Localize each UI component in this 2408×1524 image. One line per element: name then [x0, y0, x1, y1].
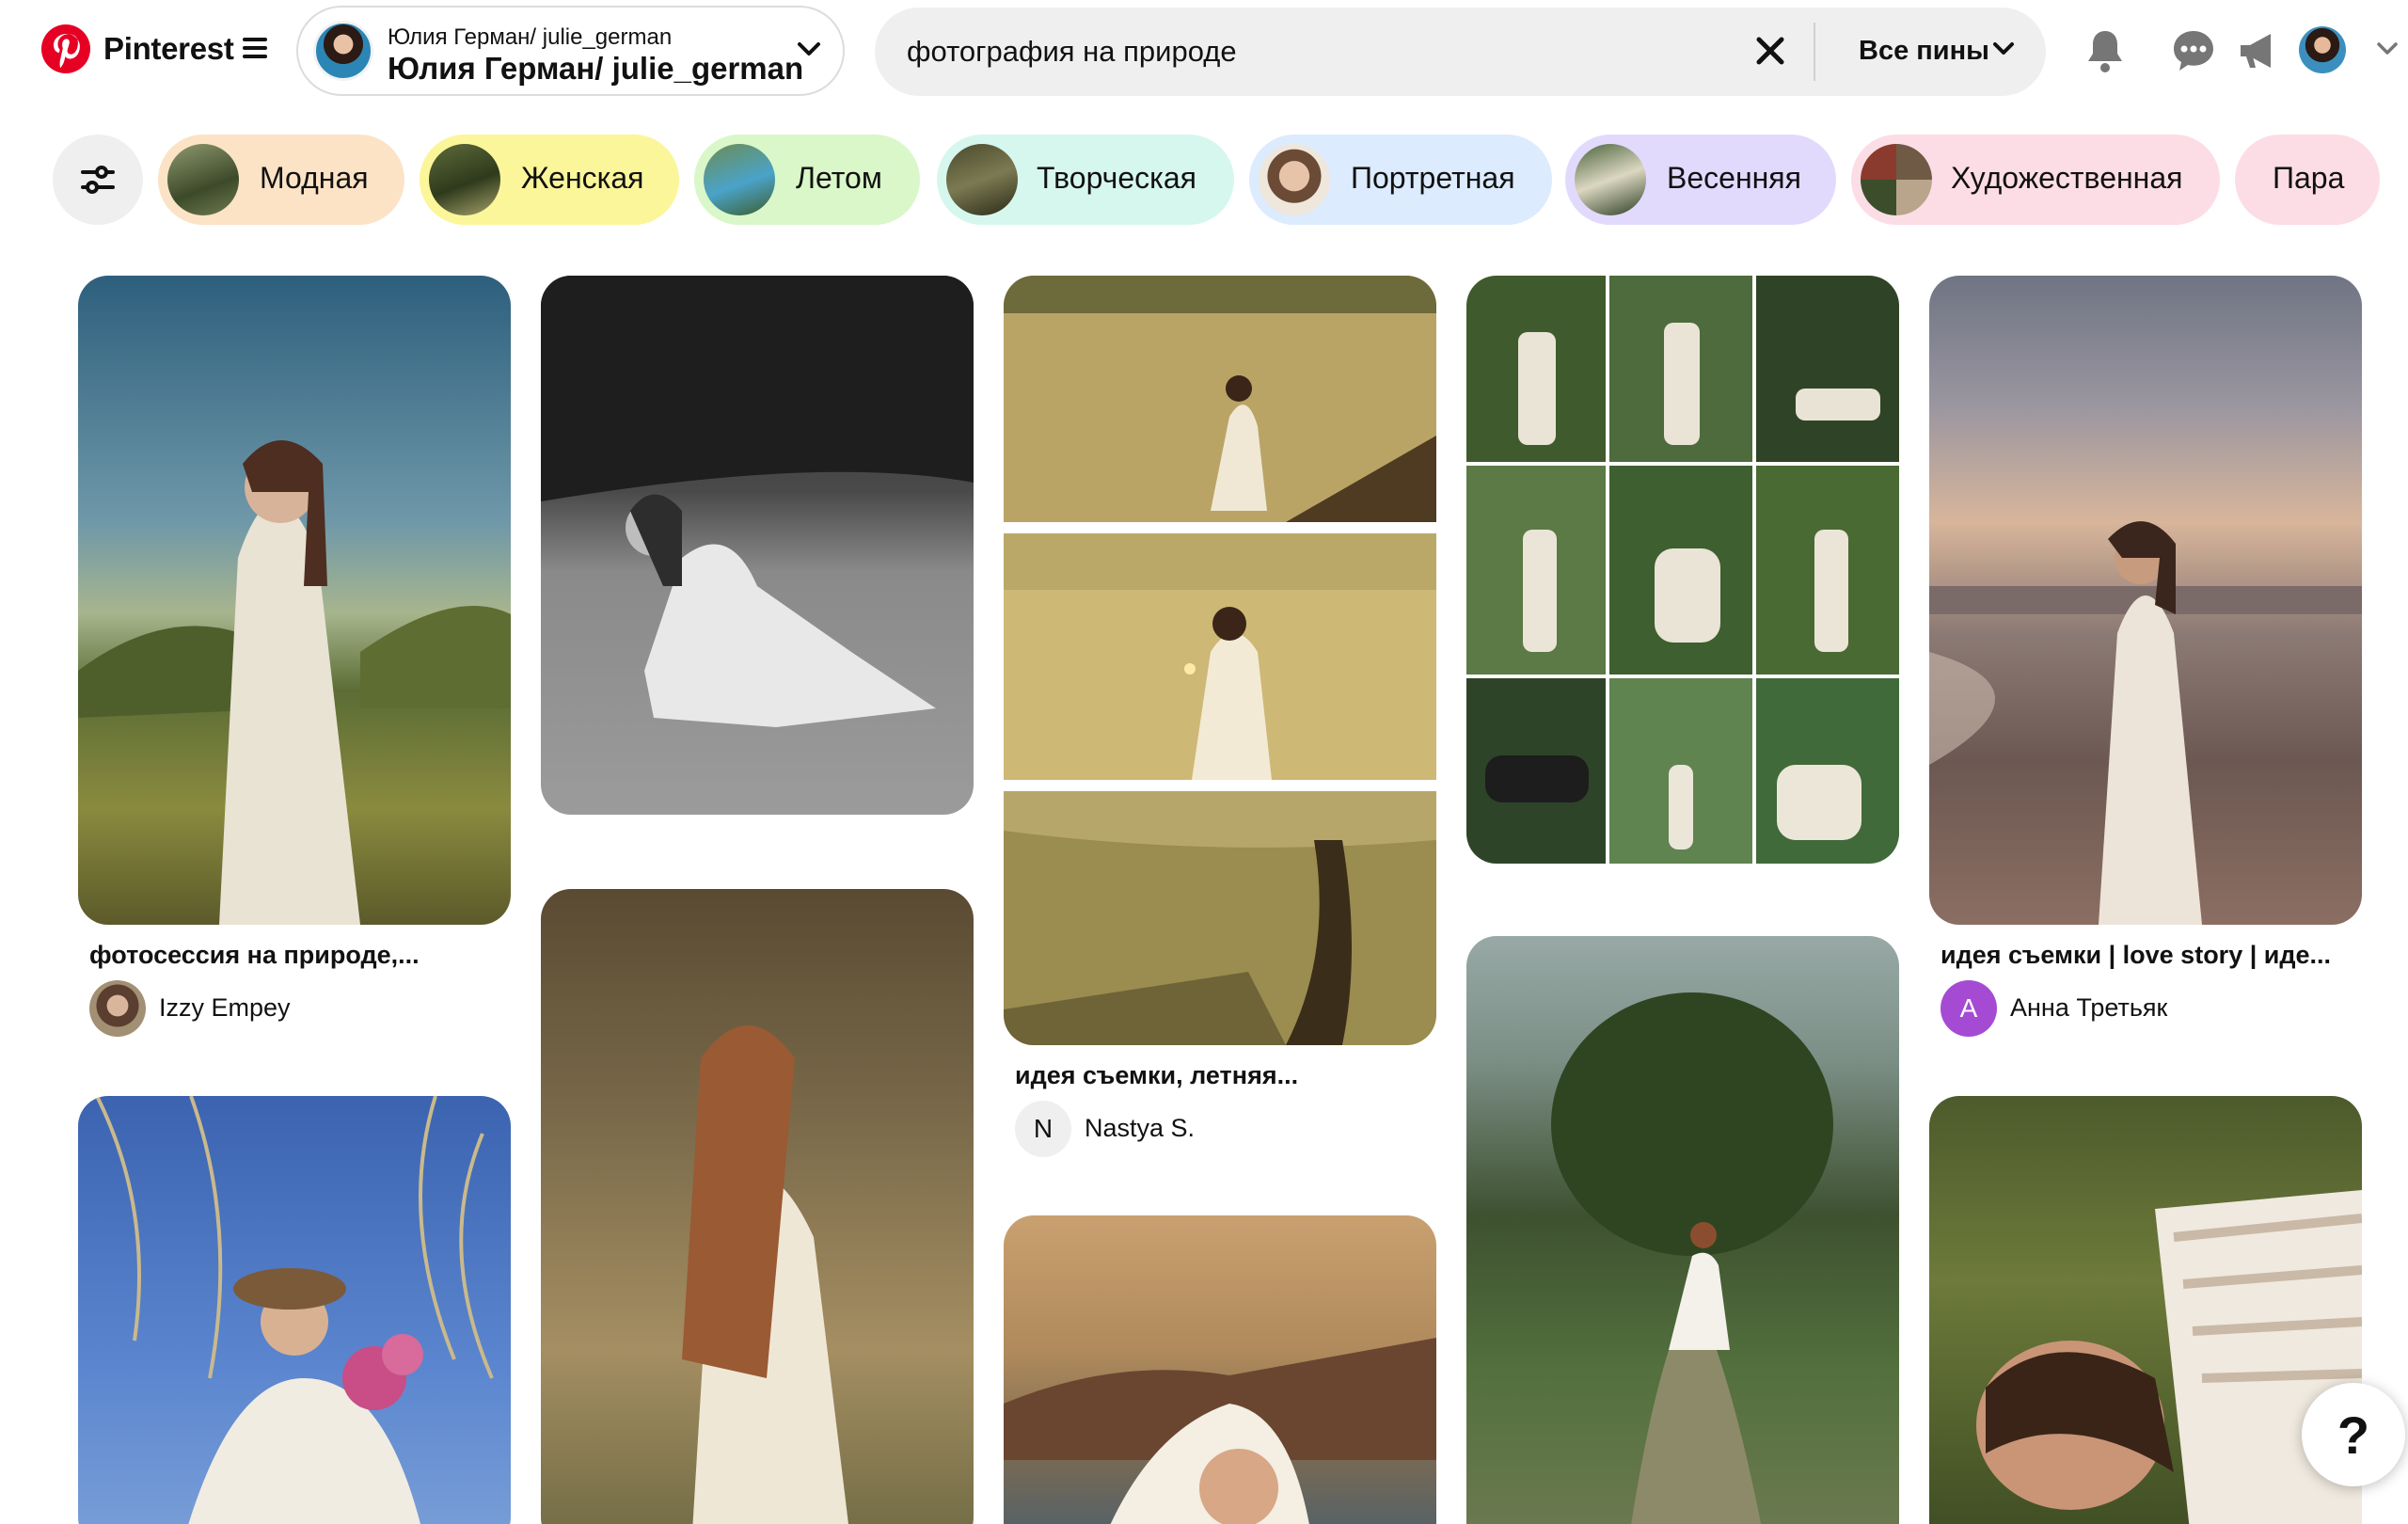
search-divider	[1814, 23, 1815, 81]
chat-icon[interactable]	[2171, 28, 2216, 73]
pin-image[interactable]	[1466, 276, 1899, 864]
pin-photo	[682, 1025, 848, 1524]
chip-label: Модная	[260, 161, 369, 195]
chevron-down-icon	[798, 42, 820, 56]
chip-thumbnail	[429, 144, 500, 215]
chip-zhenskaya[interactable]: Женская	[420, 135, 679, 225]
chip-label: Художественная	[1951, 161, 2183, 195]
author-avatar: N	[1015, 1101, 1071, 1157]
pin-title[interactable]: фотосессия на природе,...	[89, 941, 420, 970]
chip-thumbnail	[946, 144, 1018, 215]
chip-label: Весенняя	[1667, 161, 1801, 195]
header: Pinterest Юлия Герман/ julie_german Юлия…	[0, 0, 2408, 122]
pin-photo	[1004, 276, 1436, 1045]
chevron-down-icon[interactable]	[1992, 41, 2015, 56]
account-top-line: Юлия Герман/ julie_german	[388, 24, 673, 50]
chip-label: Портретная	[1351, 161, 1515, 195]
chevron-down-icon[interactable]	[2376, 41, 2399, 56]
pinterest-logo-icon[interactable]	[41, 24, 90, 73]
chip-vesennyaya[interactable]: Весенняя	[1565, 135, 1836, 225]
menu-icon[interactable]	[243, 38, 267, 58]
chip-modnaya[interactable]: Модная	[158, 135, 404, 225]
filter-icon	[81, 166, 115, 194]
pin-image[interactable]	[1929, 276, 2362, 925]
pin-photo	[78, 440, 511, 925]
chip-label: Женская	[521, 161, 644, 195]
help-button[interactable]: ?	[2302, 1383, 2405, 1486]
account-main-line: Юлия Герман/ julie_german	[388, 51, 804, 86]
chip-thumbnail	[1861, 144, 1932, 215]
pin-author[interactable]: A Анна Третьяк	[1941, 980, 2242, 1037]
author-name: Анна Третьяк	[2010, 993, 2168, 1022]
chip-portretnaya[interactable]: Портретная	[1249, 135, 1552, 225]
pin-image[interactable]	[1929, 1096, 2362, 1524]
pin-photo	[1929, 521, 2362, 925]
pin-image[interactable]	[1004, 1215, 1436, 1524]
chip-para[interactable]: Пара	[2235, 135, 2380, 225]
pin-photo	[541, 276, 974, 727]
pin-image[interactable]	[541, 889, 974, 1524]
account-avatar	[313, 21, 373, 81]
chip-letom[interactable]: Летом	[694, 135, 920, 225]
megaphone-icon[interactable]	[2235, 28, 2280, 73]
author-avatar: A	[1941, 980, 1997, 1037]
account-switcher[interactable]: Юлия Герман/ julie_german Юлия Герман/ j…	[296, 6, 845, 96]
search-scope-dropdown[interactable]: Все пины	[1859, 36, 1989, 67]
pin-photo	[95, 1096, 494, 1524]
filter-button[interactable]	[53, 135, 143, 225]
profile-avatar[interactable]	[2299, 26, 2346, 73]
pin-photo	[1976, 1190, 2362, 1524]
chip-label: Творческая	[1037, 161, 1196, 195]
pin-author[interactable]: Izzy Empey	[89, 980, 390, 1037]
chip-tvorcheskaya[interactable]: Творческая	[937, 135, 1234, 225]
pin-image[interactable]	[78, 276, 511, 925]
pin-image[interactable]	[541, 276, 974, 815]
author-avatar	[89, 980, 146, 1037]
bell-icon[interactable]	[2084, 28, 2126, 75]
pin-author[interactable]: N Nastya S.	[1015, 1101, 1297, 1157]
chip-label: Пара	[2273, 161, 2345, 195]
pin-photo	[1004, 1338, 1436, 1524]
pin-title[interactable]: идея съемки | love story | иде...	[1941, 941, 2331, 970]
pin-title[interactable]: идея съемки, летняя...	[1015, 1061, 1298, 1090]
author-name: Nastya S.	[1085, 1114, 1196, 1142]
chip-thumbnail	[1575, 144, 1646, 215]
chip-thumbnail	[704, 144, 775, 215]
chip-thumbnail	[167, 144, 239, 215]
pin-image[interactable]	[1466, 936, 1899, 1524]
search-input[interactable]	[907, 30, 1659, 73]
chip-thumbnail	[1259, 144, 1330, 215]
close-icon[interactable]	[1755, 36, 1785, 66]
pin-photo	[1466, 276, 1899, 864]
author-name: Izzy Empey	[159, 993, 291, 1022]
chip-khudozhestvennaya[interactable]: Художественная	[1851, 135, 2220, 225]
pin-image[interactable]	[1004, 276, 1436, 1045]
chip-label: Летом	[796, 161, 882, 195]
brand-name[interactable]: Pinterest	[103, 31, 234, 67]
pin-image[interactable]	[78, 1096, 511, 1524]
search-bar: Все пины	[875, 8, 2046, 96]
pin-photo	[1551, 992, 1833, 1524]
